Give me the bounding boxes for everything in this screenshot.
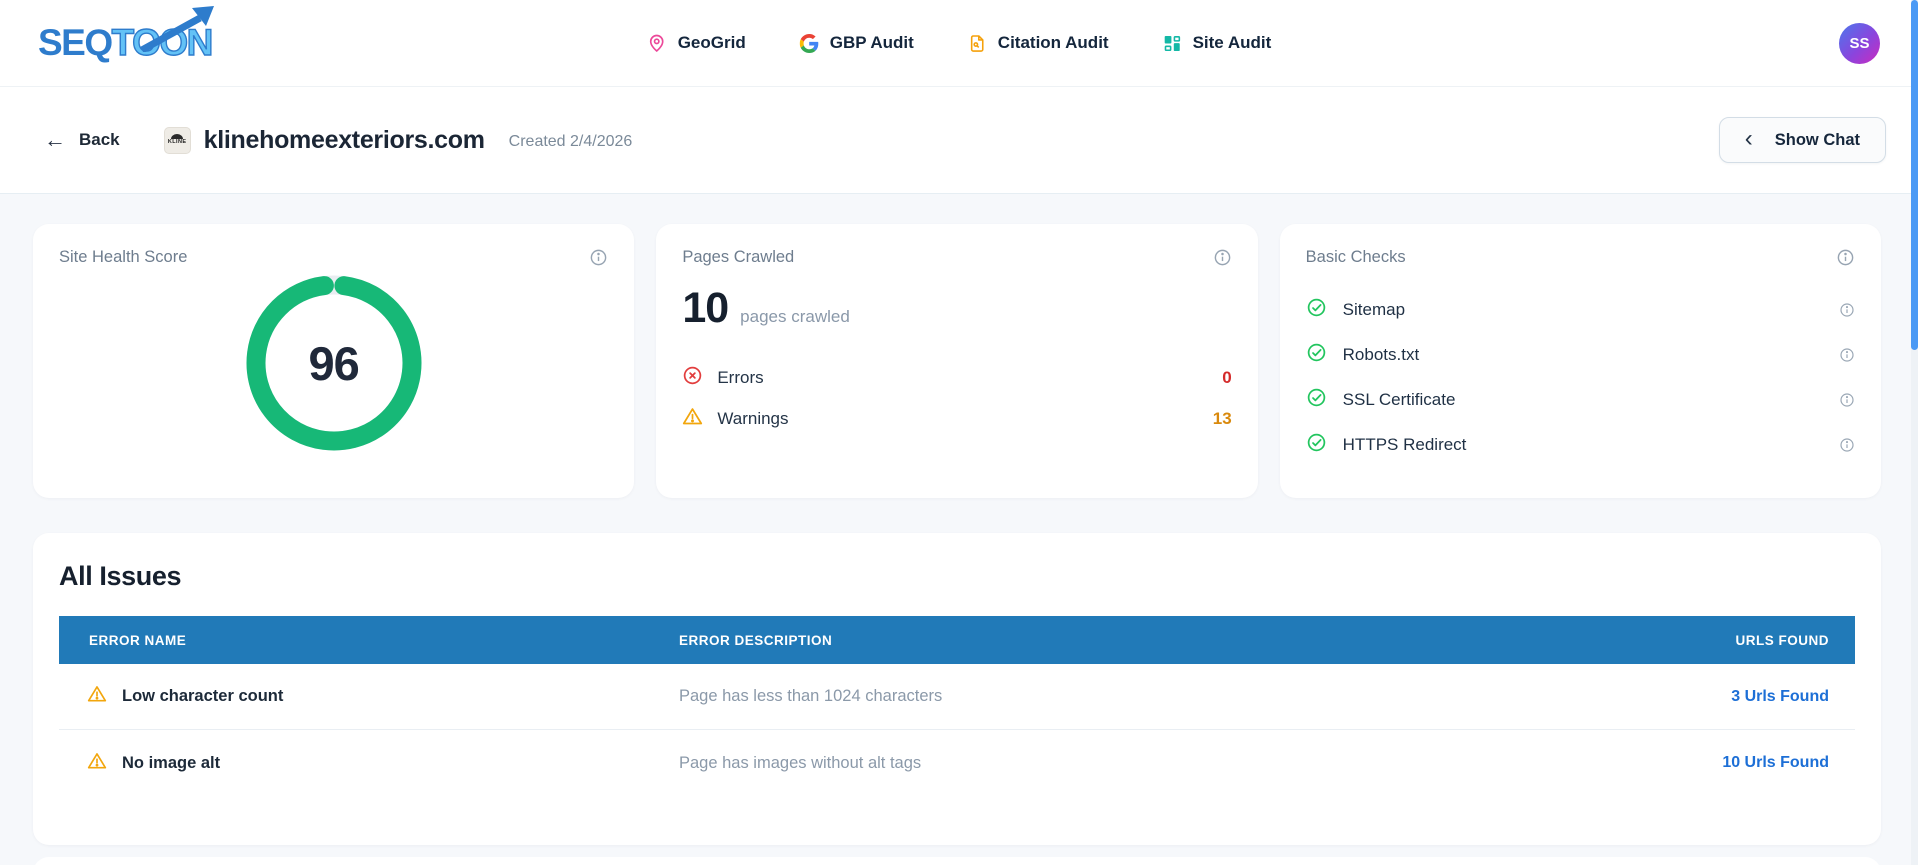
all-issues-title: All Issues xyxy=(59,561,182,591)
column-header-error-name: ERROR NAME xyxy=(89,632,187,648)
column-header-urls-found: URLS FOUND xyxy=(1735,632,1829,648)
chevron-left-icon: ‹ xyxy=(1744,124,1753,152)
card-title: Basic Checks xyxy=(1305,248,1406,266)
pages-crawled-count: 10 xyxy=(682,284,729,332)
table-row: No image alt Page has images without alt… xyxy=(59,730,1855,796)
site-identity: KLINE klinehomeexteriors.com Created 2/4… xyxy=(163,125,633,155)
nav-label: Site Audit xyxy=(1192,33,1272,52)
pages-crawled-suffix: pages crawled xyxy=(740,307,850,326)
info-icon[interactable] xyxy=(1213,248,1232,267)
info-icon[interactable] xyxy=(1839,392,1855,408)
nav-label: GeoGrid xyxy=(677,33,746,52)
info-icon[interactable] xyxy=(1839,302,1855,318)
back-label: Back xyxy=(79,130,120,149)
document-search-icon xyxy=(968,34,987,53)
all-issues-card: All Issues ERROR NAME ERROR DESCRIPTION … xyxy=(33,533,1881,845)
next-section-card-top xyxy=(33,857,1881,865)
info-icon[interactable] xyxy=(1839,437,1855,453)
table-row: Low character count Page has less than 1… xyxy=(59,664,1855,730)
errors-row: Errors 0 xyxy=(682,360,1232,396)
check-circle-icon xyxy=(1306,432,1327,458)
location-pin-icon xyxy=(647,33,667,53)
issues-table: ERROR NAME ERROR DESCRIPTION URLS FOUND … xyxy=(59,616,1855,796)
check-label: SSL Certificate xyxy=(1342,389,1456,409)
card-title: Pages Crawled xyxy=(682,248,795,266)
column-header-error-description: ERROR DESCRIPTION xyxy=(679,632,833,648)
check-label: Sitemap xyxy=(1342,299,1406,319)
favicon-text: KLINE xyxy=(167,138,187,145)
logo-text-toon: TOON xyxy=(111,21,214,63)
scrollbar-track[interactable] xyxy=(1911,0,1918,865)
user-avatar[interactable]: SS xyxy=(1839,22,1880,64)
pages-crawled-card: Pages Crawled 10 pages crawled Errors 0 … xyxy=(656,224,1258,498)
check-row-robots: Robots.txt xyxy=(1306,332,1855,377)
site-header-bar: ← Back KLINE klinehomeexteriors.com Crea… xyxy=(0,87,1918,194)
stat-cards-row: Site Health Score 96 Pages Crawled 10 pa… xyxy=(33,224,1881,498)
nav-label: GBP Audit xyxy=(829,33,914,52)
created-date: Created 2/4/2026 xyxy=(508,132,633,150)
check-row-ssl: SSL Certificate xyxy=(1306,377,1855,422)
site-favicon: KLINE xyxy=(163,126,191,154)
check-circle-icon xyxy=(1306,342,1327,368)
basic-checks-card: Basic Checks Sitemap Robots.txt SSL Cert… xyxy=(1279,224,1881,498)
check-circle-icon xyxy=(1306,297,1327,323)
check-circle-icon xyxy=(1306,387,1327,413)
dashboard-grid-icon xyxy=(1163,34,1182,53)
issue-name: Low character count xyxy=(122,687,284,705)
info-icon[interactable] xyxy=(1836,248,1855,267)
logo-text-seq: SEQ xyxy=(38,22,113,63)
avatar-initials: SS xyxy=(1849,34,1870,52)
nav-item-citation-audit[interactable]: Citation Audit xyxy=(968,33,1109,53)
main-nav: GeoGrid GBP Audit Citation Audit Site Au… xyxy=(647,33,1272,53)
issue-description: Page has images without alt tags xyxy=(679,753,922,772)
show-chat-button[interactable]: ‹ Show Chat xyxy=(1718,117,1886,163)
urls-found-link[interactable]: 10 Urls Found xyxy=(1575,754,1855,772)
urls-found-link[interactable]: 3 Urls Found xyxy=(1575,688,1855,706)
seqtoon-logo[interactable]: SEQ TOON xyxy=(38,6,214,64)
card-title: Site Health Score xyxy=(59,248,188,266)
errors-label: Errors xyxy=(717,368,764,387)
error-circle-icon xyxy=(682,365,703,391)
errors-value: 0 xyxy=(1222,368,1232,387)
back-button[interactable]: ← Back xyxy=(44,129,120,151)
nav-item-gbp-audit[interactable]: GBP Audit xyxy=(799,33,914,53)
health-score-value: 96 xyxy=(308,336,360,390)
check-row-https: HTTPS Redirect xyxy=(1306,422,1855,467)
issue-description: Page has less than 1024 characters xyxy=(679,687,943,705)
issues-table-header: ERROR NAME ERROR DESCRIPTION URLS FOUND xyxy=(59,616,1855,664)
nav-label: Citation Audit xyxy=(997,33,1109,52)
nav-item-geogrid[interactable]: GeoGrid xyxy=(647,33,746,53)
warning-triangle-icon xyxy=(87,751,107,776)
site-health-score-card: Site Health Score 96 xyxy=(33,224,635,498)
warnings-value: 13 xyxy=(1212,409,1232,428)
info-icon[interactable] xyxy=(589,248,608,267)
warning-triangle-icon xyxy=(87,684,107,709)
warnings-label: Warnings xyxy=(717,409,789,428)
warnings-row: Warnings 13 xyxy=(682,401,1232,437)
scrollbar-thumb[interactable] xyxy=(1911,0,1918,350)
show-chat-label: Show Chat xyxy=(1774,130,1860,149)
check-row-sitemap: Sitemap xyxy=(1306,287,1855,332)
back-arrow-icon: ← xyxy=(44,127,66,152)
top-navbar: SEQ TOON GeoGrid GBP Audit Citation Audit xyxy=(0,0,1918,87)
page-title-domain: klinehomeexteriors.com xyxy=(203,125,485,154)
warning-triangle-icon xyxy=(682,406,703,432)
issue-name: No image alt xyxy=(122,753,221,772)
info-icon[interactable] xyxy=(1839,347,1855,363)
health-score-gauge: 96 xyxy=(246,275,422,451)
check-label: HTTPS Redirect xyxy=(1342,434,1467,454)
google-g-icon xyxy=(799,33,819,53)
nav-item-site-audit[interactable]: Site Audit xyxy=(1163,33,1272,53)
check-label: Robots.txt xyxy=(1342,344,1420,364)
